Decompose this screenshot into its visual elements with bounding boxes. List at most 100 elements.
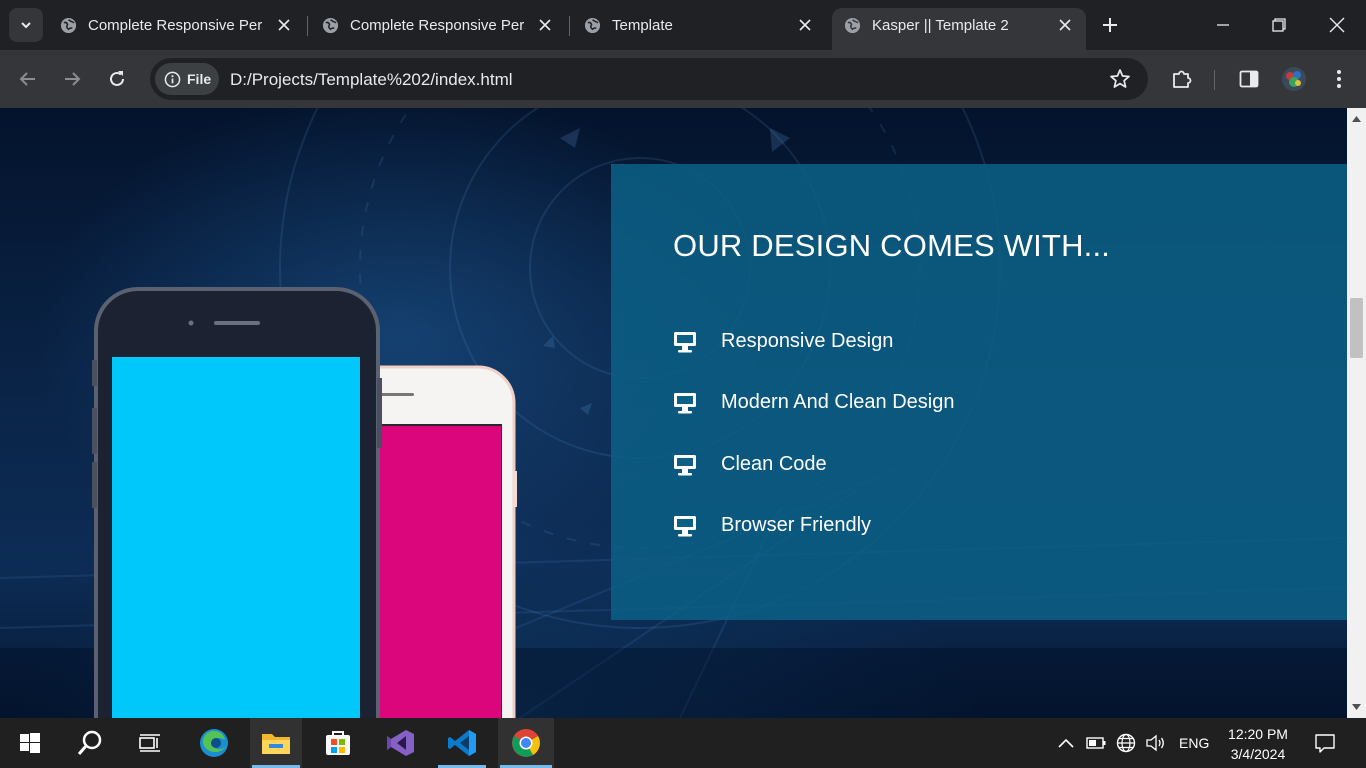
visual-studio-icon	[387, 730, 414, 756]
chevron-down-icon	[21, 22, 31, 29]
bookmark-star-icon[interactable]	[1108, 67, 1132, 91]
clock[interactable]: 12:20 PM 3/4/2024	[1218, 724, 1298, 764]
notifications-button[interactable]	[1314, 733, 1336, 753]
side-panel-button[interactable]	[1236, 66, 1262, 92]
feature-item: Browser Friendly	[673, 511, 871, 541]
monitor-icon	[674, 332, 696, 353]
monitor-icon	[674, 393, 696, 414]
show-hidden-icons-button[interactable]	[1055, 733, 1077, 753]
chrome-icon	[512, 729, 540, 757]
visual-studio-taskbar-app[interactable]	[374, 718, 426, 768]
tab-1[interactable]: Complete Responsive Pers	[48, 8, 303, 42]
features-panel: OUR DESIGN COMES WITH... Responsive Desi…	[611, 164, 1347, 620]
task-view-icon	[139, 734, 160, 752]
feature-item: Responsive Design	[673, 327, 893, 357]
extensions-button[interactable]	[1169, 66, 1195, 92]
close-window-button[interactable]	[1324, 12, 1350, 38]
windows-taskbar: ENG 12:20 PM 3/4/2024	[0, 718, 1366, 768]
globe-icon	[322, 17, 339, 34]
edge-taskbar-app[interactable]	[188, 718, 240, 768]
chevron-up-icon	[1058, 738, 1074, 748]
tab-search-button[interactable]	[9, 8, 43, 42]
reload-icon	[110, 71, 124, 86]
tab-bar: Complete Responsive Pers Complete Respon…	[0, 0, 1366, 50]
chrome-taskbar-app[interactable]	[498, 718, 554, 768]
triangle-up-icon	[1352, 116, 1361, 122]
feature-item: Modern And Clean Design	[673, 388, 954, 418]
arrow-right-icon	[65, 72, 81, 86]
clock-date: 3/4/2024	[1230, 746, 1286, 762]
file-explorer-icon	[262, 734, 290, 754]
tab-title: Complete Responsive Pers	[350, 17, 525, 34]
language-indicator[interactable]: ENG	[1179, 735, 1209, 751]
vertical-scrollbar[interactable]	[1347, 108, 1366, 718]
store-taskbar-app[interactable]	[312, 718, 364, 768]
avatar	[1282, 67, 1306, 91]
browser-toolbar: File D:/Projects/Template%202/index.html	[0, 50, 1366, 108]
notification-icon	[1315, 734, 1335, 753]
feature-label: Clean Code	[721, 453, 827, 475]
vscode-icon	[448, 730, 476, 756]
speaker-icon	[1146, 734, 1164, 752]
network-indicator[interactable]	[1115, 733, 1137, 753]
scroll-down-button[interactable]	[1347, 698, 1366, 716]
toolbar-divider	[1214, 70, 1215, 90]
tab-title: Complete Responsive Pers	[88, 17, 263, 34]
task-view-button[interactable]	[124, 718, 176, 768]
page-viewport: OUR DESIGN COMES WITH... Responsive Desi…	[0, 108, 1347, 718]
taskbar-search-button[interactable]	[64, 718, 116, 768]
reload-button[interactable]	[104, 66, 130, 92]
more-vertical-icon	[1337, 70, 1341, 88]
monitor-icon	[674, 455, 696, 476]
site-info-chip[interactable]: File	[155, 63, 219, 95]
address-bar[interactable]: File D:/Projects/Template%202/index.html	[150, 58, 1148, 100]
globe-icon	[844, 17, 861, 34]
tab-3[interactable]: Template	[572, 8, 827, 42]
feature-label: Responsive Design	[721, 330, 894, 352]
battery-indicator[interactable]	[1085, 733, 1107, 753]
start-icon	[20, 733, 40, 753]
side-panel-icon	[1239, 70, 1259, 88]
info-icon	[164, 71, 181, 87]
url-text[interactable]: D:/Projects/Template%202/index.html	[230, 70, 513, 90]
scroll-thumb[interactable]	[1350, 298, 1363, 358]
file-explorer-taskbar-app[interactable]	[250, 718, 302, 768]
close-tab-icon[interactable]	[535, 15, 555, 35]
volume-indicator[interactable]	[1144, 733, 1166, 753]
monitor-icon	[674, 516, 696, 537]
globe-network-icon	[1116, 733, 1136, 753]
feature-item: Clean Code	[673, 450, 827, 480]
section-title: OUR DESIGN COMES WITH...	[673, 228, 1111, 263]
tab-4-active[interactable]: Kasper || Template 2	[832, 8, 1086, 50]
new-tab-button[interactable]	[1098, 13, 1122, 37]
forward-button[interactable]	[59, 66, 85, 92]
minimize-button[interactable]	[1210, 12, 1236, 38]
vscode-taskbar-app[interactable]	[436, 718, 488, 768]
start-button[interactable]	[4, 718, 56, 768]
restore-icon	[1272, 18, 1286, 32]
profile-button[interactable]	[1281, 66, 1307, 92]
feature-label: Browser Friendly	[721, 514, 872, 536]
search-icon	[77, 730, 102, 755]
store-icon	[326, 731, 350, 755]
tab-2[interactable]: Complete Responsive Pers	[310, 8, 565, 42]
restore-button[interactable]	[1266, 12, 1292, 38]
globe-icon	[584, 17, 601, 34]
clock-time: 12:20 PM	[1228, 726, 1288, 742]
battery-icon	[1086, 737, 1106, 749]
tab-title: Kasper || Template 2	[872, 17, 1009, 34]
scroll-up-button[interactable]	[1347, 110, 1366, 128]
arrow-left-icon	[19, 72, 35, 86]
puzzle-icon	[1173, 70, 1192, 88]
chrome-menu-button[interactable]	[1326, 66, 1352, 92]
globe-icon	[60, 17, 77, 34]
close-tab-icon[interactable]	[795, 15, 815, 35]
site-info-label: File	[187, 71, 212, 87]
tab-separator	[569, 16, 570, 36]
back-button[interactable]	[15, 66, 41, 92]
close-tab-icon[interactable]	[1055, 15, 1075, 35]
close-icon	[1329, 17, 1345, 33]
phone-front-illustration	[92, 287, 382, 718]
close-tab-icon[interactable]	[274, 15, 294, 35]
edge-icon	[200, 729, 228, 757]
